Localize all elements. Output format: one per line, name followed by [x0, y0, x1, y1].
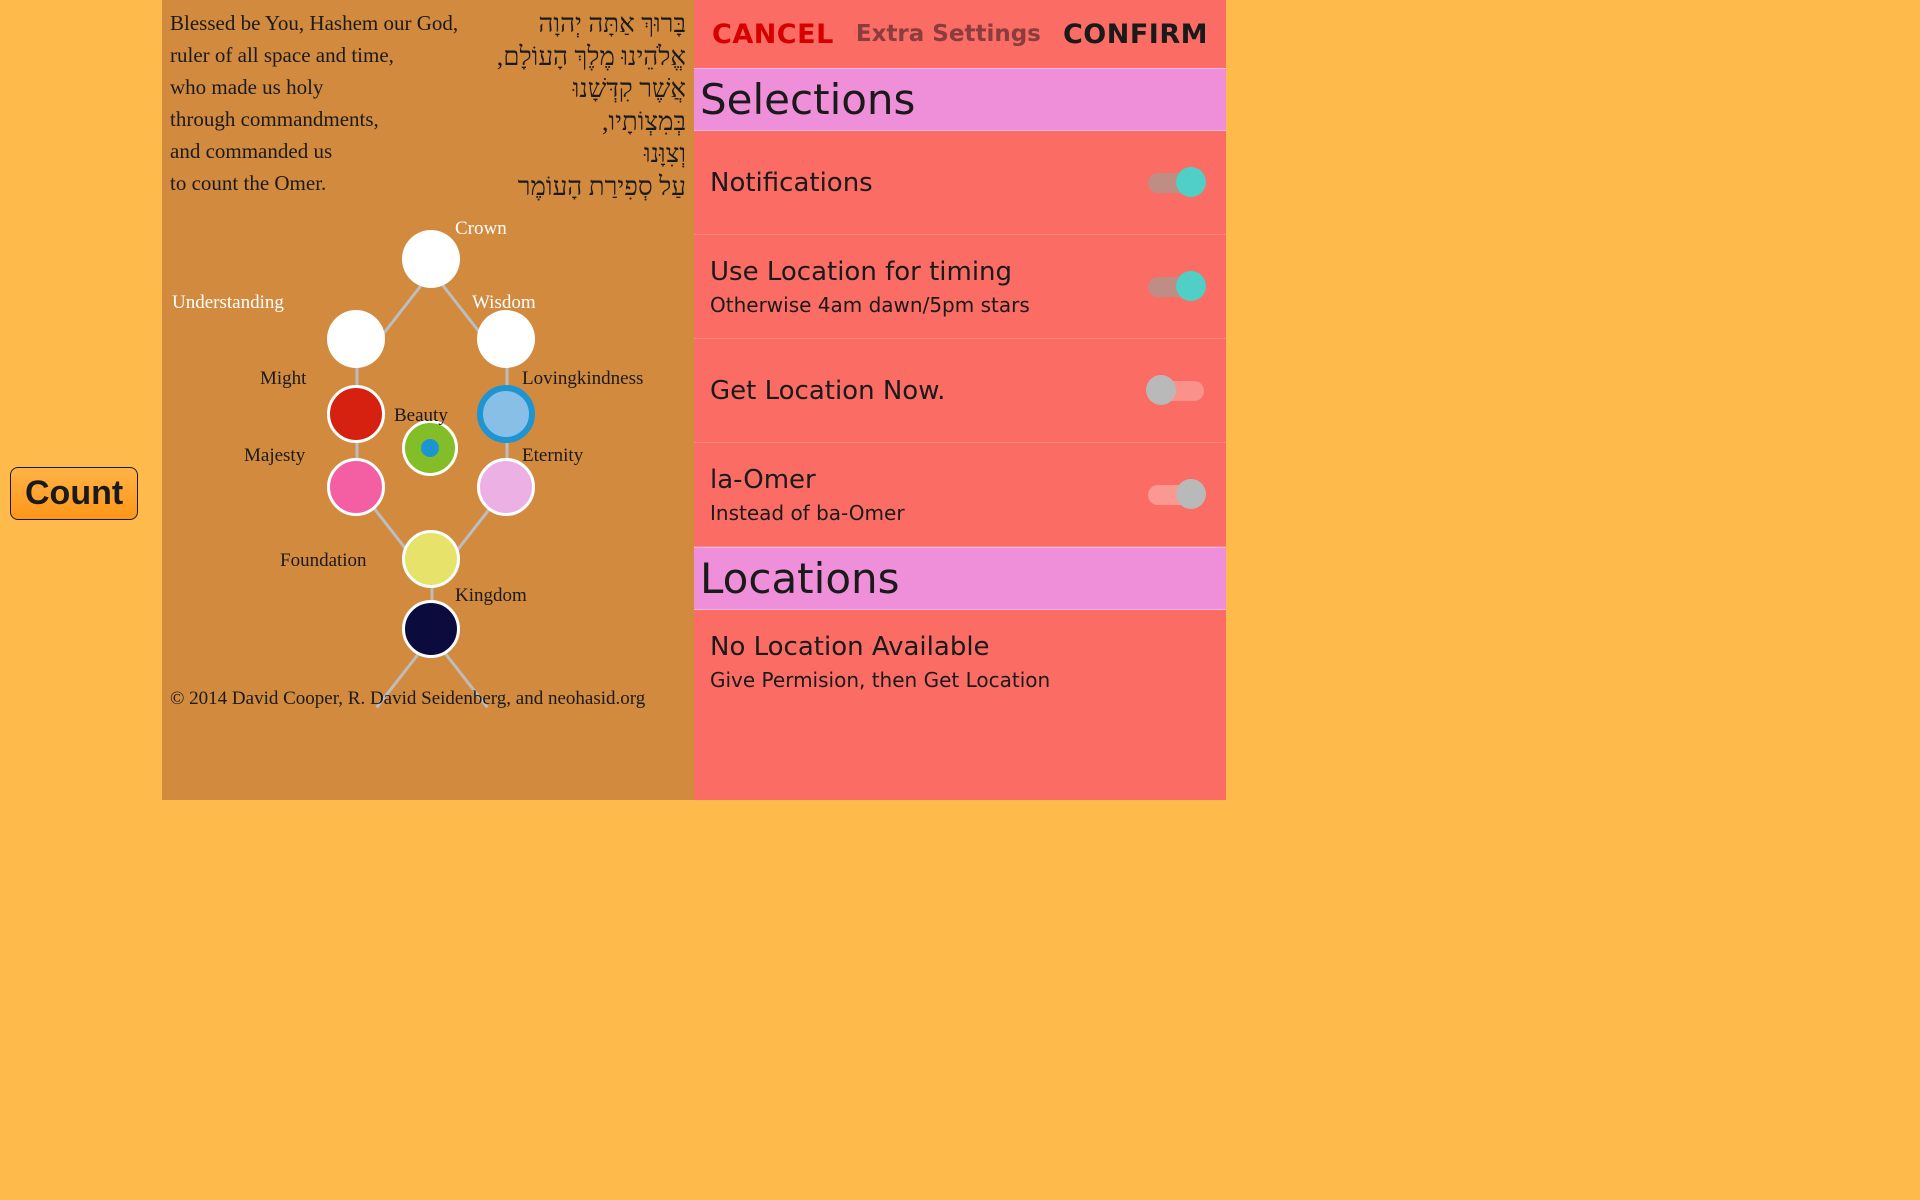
node-might[interactable] [327, 385, 385, 443]
label-beauty: Beauty [394, 405, 448, 427]
toggle-notifications[interactable] [1148, 173, 1204, 193]
dialog-title: Extra Settings [856, 21, 1041, 47]
label-kingdom: Kingdom [455, 585, 527, 607]
row-get-location-label: Get Location Now. [710, 376, 945, 406]
toggle-la-omer[interactable] [1148, 485, 1204, 505]
cancel-button[interactable]: CANCEL [712, 19, 834, 50]
node-understanding[interactable] [327, 310, 385, 368]
label-understanding: Understanding [172, 292, 284, 314]
node-kingdom[interactable] [402, 600, 460, 658]
node-wisdom[interactable] [477, 310, 535, 368]
sefirot-tree: Crown Understanding Wisdom Might Lovingk… [162, 210, 694, 690]
row-use-location-sub: Otherwise 4am dawn/5pm stars [710, 293, 1030, 317]
left-panel: Blessed be You, Hashem our God, ruler of… [162, 0, 694, 800]
node-beauty[interactable] [402, 420, 458, 476]
row-no-location-sub: Give Permision, then Get Location [710, 668, 1050, 692]
row-no-location-label: No Location Available [710, 632, 1050, 662]
blessing-hebrew: בָּרוּךְ אַתָּה יְהוָה אֱלֹהֵינוּ מֶלֶךְ… [497, 8, 686, 203]
label-foundation: Foundation [280, 550, 367, 572]
row-notifications-label: Notifications [710, 168, 873, 198]
settings-dialog: CANCEL Extra Settings CONFIRM Selections… [694, 0, 1226, 800]
row-no-location[interactable]: No Location Available Give Permision, th… [694, 610, 1226, 714]
row-la-omer-label: la-Omer [710, 465, 905, 495]
blessing-english: Blessed be You, Hashem our God, ruler of… [170, 8, 458, 203]
count-button[interactable]: Count [10, 467, 138, 520]
confirm-button[interactable]: CONFIRM [1063, 19, 1208, 50]
copyright-text: © 2014 David Cooper, R. David Seidenberg… [170, 688, 645, 710]
blessing-block: Blessed be You, Hashem our God, ruler of… [170, 8, 686, 203]
label-majesty: Majesty [244, 445, 305, 467]
label-crown: Crown [455, 218, 507, 240]
node-foundation[interactable] [402, 530, 460, 588]
section-selections: Selections [694, 68, 1226, 131]
main-frame: Blessed be You, Hashem our God, ruler of… [162, 0, 1226, 800]
toggle-get-location[interactable] [1148, 381, 1204, 401]
node-majesty[interactable] [327, 458, 385, 516]
row-la-omer-sub: Instead of ba-Omer [710, 501, 905, 525]
row-use-location[interactable]: Use Location for timing Otherwise 4am da… [694, 235, 1226, 339]
dialog-header: CANCEL Extra Settings CONFIRM [694, 0, 1226, 68]
section-locations: Locations [694, 547, 1226, 610]
row-notifications[interactable]: Notifications [694, 131, 1226, 235]
label-lovingkindness: Lovingkindness [522, 368, 643, 390]
label-wisdom: Wisdom [472, 292, 536, 314]
row-la-omer[interactable]: la-Omer Instead of ba-Omer [694, 443, 1226, 547]
node-lovingkindness[interactable] [477, 385, 535, 443]
node-crown[interactable] [402, 230, 460, 288]
label-might: Might [260, 368, 306, 390]
row-get-location[interactable]: Get Location Now. [694, 339, 1226, 443]
toggle-use-location[interactable] [1148, 277, 1204, 297]
row-use-location-label: Use Location for timing [710, 257, 1030, 287]
label-eternity: Eternity [522, 445, 583, 467]
